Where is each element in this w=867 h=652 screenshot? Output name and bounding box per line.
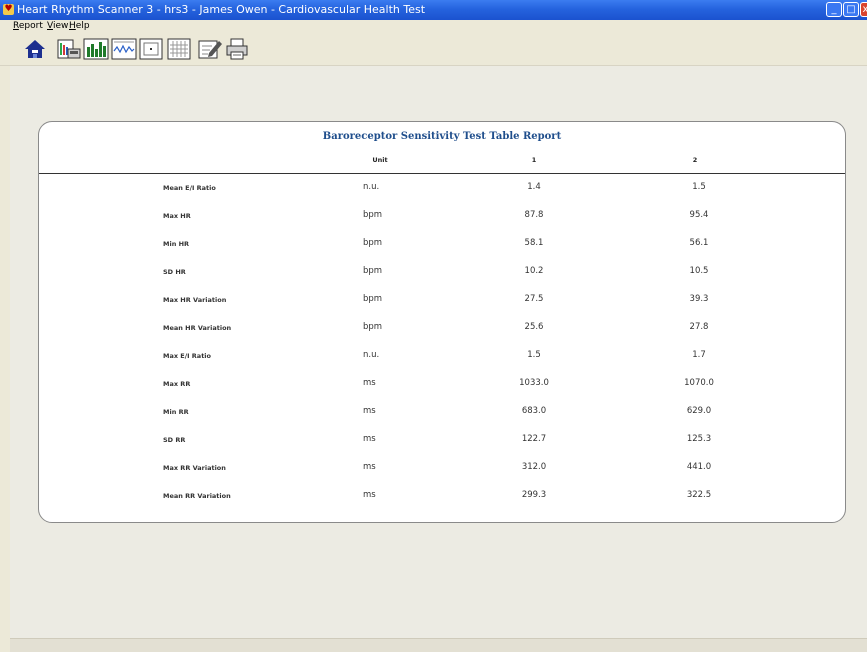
row-value-2: 10.5 [689, 266, 709, 276]
row-label: SD RR [163, 436, 186, 444]
table-row: Max HR Variation bpm 27.5 39.3 [39, 290, 845, 318]
toolbar [0, 33, 867, 66]
row-label: SD HR [163, 268, 186, 276]
row-value-2: 39.3 [689, 294, 709, 304]
row-value-2: 322.5 [686, 490, 712, 500]
window-title: Heart Rhythm Scanner 3 - hrs3 - James Ow… [17, 3, 426, 16]
row-value-2: 27.8 [689, 322, 709, 332]
notes-edit-icon [198, 40, 222, 59]
row-value-2: 1070.0 [684, 378, 714, 388]
table-row: Max RR Variation ms 312.0 441.0 [39, 458, 845, 486]
row-value-1: 10.2 [524, 266, 544, 276]
row-value-2: 125.3 [686, 434, 712, 444]
waveform-icon [111, 38, 137, 60]
table-row: Max HR bpm 87.8 95.4 [39, 206, 845, 234]
row-unit: ms [363, 462, 376, 472]
print-icon [226, 38, 248, 60]
row-label: Max E/I Ratio [163, 352, 211, 360]
grid-table-icon [167, 38, 191, 60]
row-value-1: 27.5 [524, 294, 544, 304]
row-unit: bpm [363, 266, 383, 276]
app-heart-icon: ♥ [3, 4, 14, 15]
row-label: Min HR [163, 240, 190, 248]
maximize-button[interactable]: □ [843, 2, 859, 17]
row-value-1: 122.7 [521, 434, 547, 444]
column-header-1: 1 [531, 156, 537, 164]
menu-view[interactable]: View [47, 21, 68, 31]
report-title: Baroreceptor Sensitivity Test Table Repo… [322, 131, 562, 142]
row-label: Max HR Variation [163, 296, 227, 304]
row-value-1: 58.1 [524, 238, 544, 248]
table-row: SD HR bpm 10.2 10.5 [39, 262, 845, 290]
table-row: Mean RR Variation ms 299.3 322.5 [39, 486, 845, 514]
row-unit: bpm [363, 238, 383, 248]
header-divider [39, 173, 845, 174]
close-button[interactable]: x [860, 2, 867, 17]
report-panel: Baroreceptor Sensitivity Test Table Repo… [38, 121, 846, 523]
column-header-2: 2 [692, 156, 698, 164]
status-bar [10, 638, 867, 652]
print-button[interactable] [224, 37, 250, 61]
row-unit: ms [363, 434, 376, 444]
single-frame-button[interactable] [138, 37, 164, 61]
row-value-1: 87.8 [524, 210, 544, 220]
table-row: SD RR ms 122.7 125.3 [39, 430, 845, 458]
row-unit: bpm [363, 322, 383, 332]
bar-chart-button[interactable] [83, 37, 109, 61]
menu-report[interactable]: Report [13, 21, 43, 31]
row-value-2: 56.1 [689, 238, 709, 248]
row-value-2: 629.0 [686, 406, 712, 416]
row-value-1: 683.0 [521, 406, 547, 416]
row-value-1: 1033.0 [519, 378, 549, 388]
column-header-unit: Unit [372, 156, 388, 164]
report-list-button[interactable] [56, 37, 82, 61]
menu-bar: Report View Help [0, 20, 867, 33]
table-row: Max RR ms 1033.0 1070.0 [39, 374, 845, 402]
title-bar: ♥ Heart Rhythm Scanner 3 - hrs3 - James … [0, 0, 867, 20]
row-label: Min RR [163, 408, 189, 416]
home-button[interactable] [22, 37, 48, 61]
row-label: Mean E/I Ratio [163, 184, 216, 192]
table-row: Min HR bpm 58.1 56.1 [39, 234, 845, 262]
report-list-icon [57, 39, 81, 59]
row-value-1: 25.6 [524, 322, 544, 332]
minimize-button[interactable]: _ [826, 2, 842, 17]
row-value-1: 299.3 [521, 490, 547, 500]
row-value-1: 312.0 [521, 462, 547, 472]
menu-help[interactable]: Help [69, 21, 90, 31]
row-unit: ms [363, 378, 376, 388]
grid-table-button[interactable] [166, 37, 192, 61]
row-unit: n.u. [363, 182, 380, 192]
single-frame-icon [139, 38, 163, 60]
bar-chart-icon [83, 38, 109, 60]
table-row: Mean HR Variation bpm 25.6 27.8 [39, 318, 845, 346]
row-unit: ms [363, 490, 376, 500]
row-label: Max RR Variation [163, 464, 226, 472]
row-value-1: 1.4 [527, 182, 541, 192]
row-unit: n.u. [363, 350, 380, 360]
row-value-2: 441.0 [686, 462, 712, 472]
row-value-1: 1.5 [527, 350, 541, 360]
row-value-2: 95.4 [689, 210, 709, 220]
table-row: Min RR ms 683.0 629.0 [39, 402, 845, 430]
row-label: Mean HR Variation [163, 324, 232, 332]
notes-edit-button[interactable] [197, 37, 223, 61]
row-unit: bpm [363, 210, 383, 220]
table-row: Mean E/I Ratio n.u. 1.4 1.5 [39, 178, 845, 206]
table-row: Max E/I Ratio n.u. 1.5 1.7 [39, 346, 845, 374]
row-label: Max RR [163, 380, 191, 388]
row-value-2: 1.7 [692, 350, 706, 360]
waveform-button[interactable] [111, 37, 137, 61]
row-label: Mean RR Variation [163, 492, 231, 500]
row-label: Max HR [163, 212, 191, 220]
home-icon [25, 40, 45, 58]
row-unit: bpm [363, 294, 383, 304]
row-value-2: 1.5 [692, 182, 706, 192]
row-unit: ms [363, 406, 376, 416]
